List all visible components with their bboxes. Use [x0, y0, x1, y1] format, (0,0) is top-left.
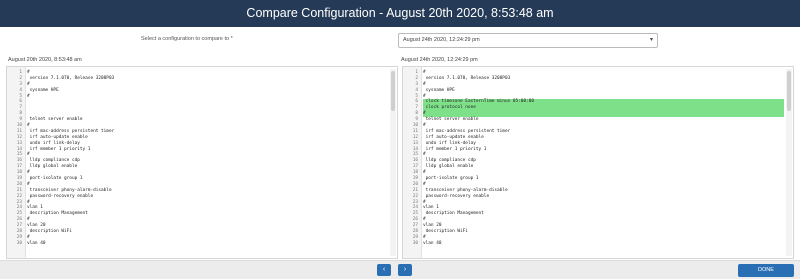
- chevron-right-icon: ›: [403, 266, 407, 273]
- left-pane-title: August 20th 2020, 8:53:48 am: [8, 57, 82, 63]
- line-text: vlan 40: [27, 240, 46, 246]
- next-diff-button[interactable]: ›: [398, 264, 412, 276]
- footer-bar: ‹ › DONE: [0, 260, 800, 279]
- code-line: 30 vlan 40: [7, 241, 388, 247]
- left-scrollbar-thumb[interactable]: [391, 71, 395, 111]
- left-config-pane[interactable]: 1 #2 version 7.1.070, Release 3208P03 3 #4 …: [6, 66, 398, 259]
- right-scrollbar-thumb[interactable]: [787, 71, 791, 111]
- line-text: vlan 40: [423, 240, 442, 246]
- right-pane-title: August 24th 2020, 12:24:29 pm: [401, 57, 478, 63]
- left-config-lines: 1 #2 version 7.1.070, Release 3208P03 3 #4 …: [7, 70, 388, 247]
- compare-config-select[interactable]: August 24th 2020, 12:24:29 pm ▾: [398, 33, 658, 48]
- compare-config-select-value: August 24th 2020, 12:24:29 pm: [403, 37, 480, 43]
- code-line: 30 vlan 40: [403, 241, 784, 247]
- chevron-down-icon: ▾: [649, 37, 653, 43]
- line-number: 30: [16, 240, 22, 246]
- compare-selector-row: Select a configuration to compare to * A…: [0, 33, 800, 49]
- right-config-lines: 1 #2 version 7.1.070, Release 3208P03 3 #4 …: [403, 70, 784, 247]
- right-scrollbar[interactable]: [786, 69, 792, 256]
- window-title: Compare Configuration - August 20th 2020…: [0, 0, 800, 27]
- done-button[interactable]: DONE: [738, 264, 794, 277]
- previous-diff-button[interactable]: ‹: [377, 264, 391, 276]
- line-number: 30: [412, 240, 418, 246]
- left-scrollbar[interactable]: [390, 69, 396, 256]
- compare-selector-label: Select a configuration to compare to *: [141, 36, 233, 42]
- right-config-pane[interactable]: 1 #2 version 7.1.070, Release 3208P03 3 #4 …: [402, 66, 794, 259]
- chevron-left-icon: ‹: [382, 266, 386, 273]
